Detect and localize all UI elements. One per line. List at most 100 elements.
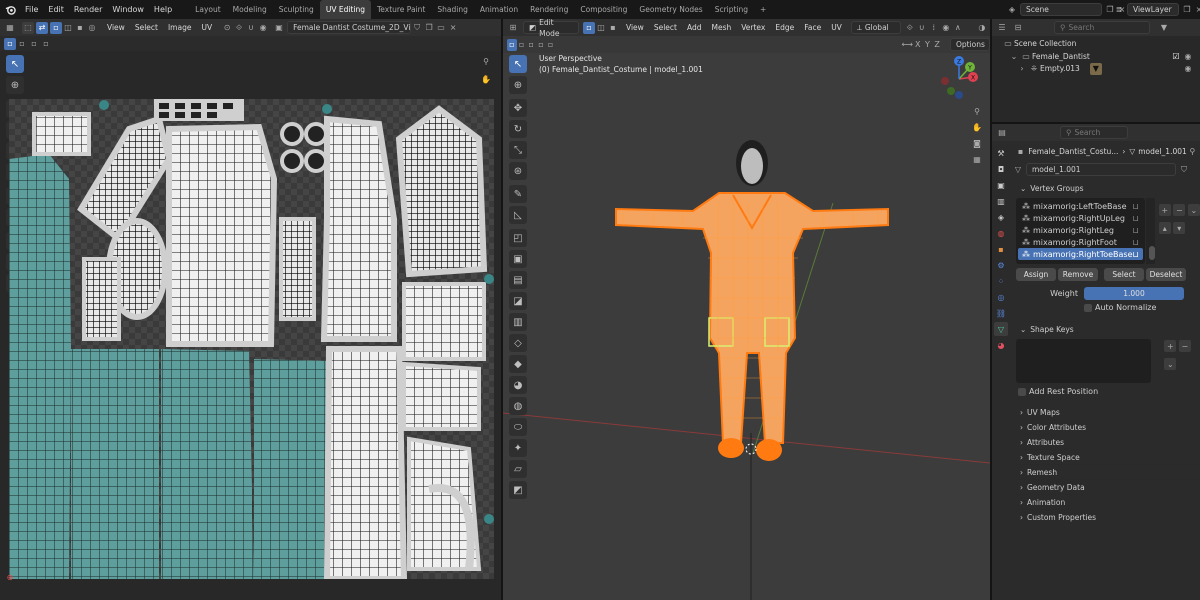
editor-type-icon[interactable]: ⊞ xyxy=(507,22,519,34)
display-mode-icon[interactable]: ⊟ xyxy=(1012,22,1024,34)
transform-tool-icon[interactable]: ⊛ xyxy=(509,162,527,180)
uv-maps-panel-header[interactable]: › UV Maps xyxy=(1012,404,1200,419)
outliner-row-collection[interactable]: ▭ Scene Collection xyxy=(992,36,1200,51)
select-box-icon[interactable]: ▫ xyxy=(507,38,517,51)
snap-target-icon[interactable]: ⁞ xyxy=(928,22,940,34)
face-mode-icon[interactable]: ▪ xyxy=(74,22,86,34)
tab-uv-editing[interactable]: UV Editing xyxy=(319,0,371,19)
uv-menu-view[interactable]: View xyxy=(102,19,130,36)
add-cube-tool-icon[interactable]: ◰ xyxy=(509,229,527,247)
axis-z-toggle[interactable]: Z xyxy=(932,39,942,51)
color-attributes-panel-header[interactable]: › Color Attributes xyxy=(1012,419,1200,434)
geometry-data-panel-header[interactable]: › Geometry Data xyxy=(1012,479,1200,494)
add-rest-position-checkbox[interactable] xyxy=(1018,387,1026,396)
select-tool-icon[interactable]: ↖ xyxy=(6,55,24,73)
eye-icon[interactable]: ◉ xyxy=(1182,63,1194,75)
tab-layout[interactable]: Layout xyxy=(189,0,227,19)
list-item[interactable]: ⁂ mixamorig:RightLeg ⊔ xyxy=(1018,224,1143,236)
inset-tool-icon[interactable]: ▤ xyxy=(509,271,527,289)
uv-menu-select[interactable]: Select xyxy=(130,19,163,36)
remove-icon[interactable]: − xyxy=(1173,204,1186,216)
tab-animation[interactable]: Animation xyxy=(474,0,524,19)
material-tab-icon[interactable]: ◕ xyxy=(994,338,1008,352)
axis-y-toggle[interactable]: Y xyxy=(923,39,933,51)
snap-icon[interactable]: ∪ xyxy=(916,22,928,34)
image-browse-icon[interactable]: ▣ xyxy=(273,22,285,34)
falloff-icon[interactable]: ∧ xyxy=(952,22,964,34)
lock-icon[interactable]: ⊔ xyxy=(1133,250,1139,259)
visibility-icon[interactable]: ◑ xyxy=(976,22,988,34)
filter-icon[interactable]: ▼ xyxy=(1158,22,1170,34)
menu-help[interactable]: Help xyxy=(149,0,177,19)
scene-icon[interactable]: ◈ xyxy=(1006,4,1018,16)
pivot-icon[interactable]: ⊙ xyxy=(221,22,233,34)
vp-menu-view[interactable]: View xyxy=(621,19,649,36)
tab-scripting[interactable]: Scripting xyxy=(709,0,754,19)
scale-tool-icon[interactable]: ⤡ xyxy=(509,141,527,159)
lock-icon[interactable]: ⊔ xyxy=(1133,226,1139,235)
add-workspace-button[interactable]: + xyxy=(754,0,772,19)
remesh-panel-header[interactable]: › Remesh xyxy=(1012,464,1200,479)
remove-icon[interactable]: − xyxy=(1178,340,1191,352)
outliner-search[interactable]: ⚲ Search xyxy=(1054,21,1150,34)
outliner-row-female-dantist[interactable]: ⌄ ▭ Female_Dantist ☑ ◉ xyxy=(992,51,1200,63)
vp-menu-mesh[interactable]: Mesh xyxy=(706,19,736,36)
select-subtract-icon[interactable]: ▫ xyxy=(526,39,536,51)
vp-menu-edge[interactable]: Edge xyxy=(770,19,799,36)
copy-icon[interactable]: ❐ xyxy=(1181,4,1193,16)
weight-slider[interactable]: 1.000 xyxy=(1084,287,1184,300)
pivot-icon[interactable]: ⟐ xyxy=(904,22,916,34)
editor-type-icon[interactable]: ☰ xyxy=(996,22,1008,34)
list-item-selected[interactable]: ⁂ mixamorig:RightToeBase ⊔ xyxy=(1018,248,1143,260)
uv-cursor-icon[interactable]: ⊕ xyxy=(4,571,16,583)
image-name-field[interactable]: Female Dantist Costume_2D_View.png xyxy=(287,21,412,34)
list-scrollbar[interactable] xyxy=(1145,198,1155,264)
particles-tab-icon[interactable]: ⁘ xyxy=(994,274,1008,288)
deselect-button[interactable]: Deselect xyxy=(1146,268,1186,281)
auto-normalize-checkbox[interactable] xyxy=(1084,303,1092,312)
assign-button[interactable]: Assign xyxy=(1016,268,1056,281)
select-invert-icon[interactable]: ▫ xyxy=(40,38,52,50)
lock-icon[interactable]: ⊔ xyxy=(1133,238,1139,247)
camera-icon[interactable]: ◙ xyxy=(971,137,983,149)
object-tab-icon[interactable]: ▪ xyxy=(994,242,1008,256)
vertex-mode-icon[interactable]: ▫ xyxy=(50,21,62,34)
list-item[interactable]: ⁂ mixamorig:RightUpLeg ⊔ xyxy=(1018,212,1143,224)
shape-keys-list[interactable] xyxy=(1016,339,1152,383)
edge-mode-icon[interactable]: ◫ xyxy=(62,22,74,34)
select-extend-icon[interactable]: ▫ xyxy=(517,39,527,51)
rotate-tool-icon[interactable]: ↻ xyxy=(509,120,527,138)
link-icon[interactable]: ⟐ xyxy=(233,22,245,34)
move-up-icon[interactable]: ▴ xyxy=(1158,222,1171,234)
output-tab-icon[interactable]: ▣ xyxy=(994,178,1008,192)
proportional-icon[interactable]: ◉ xyxy=(940,22,952,34)
edge-select-icon[interactable]: ◫ xyxy=(595,22,607,34)
scrollbar-thumb[interactable] xyxy=(1148,246,1155,260)
zoom-icon[interactable]: ⚲ xyxy=(971,105,983,117)
vertex-select-icon[interactable]: ▫ xyxy=(583,21,595,34)
vertex-groups-list[interactable]: ⁂ mixamorig:LeftToeBase ⊔ ⁂ mixamorig:Ri… xyxy=(1016,198,1145,264)
options-dropdown[interactable]: Options xyxy=(949,38,990,51)
smooth-tool-icon[interactable]: ◍ xyxy=(509,397,527,415)
scene-tab-icon[interactable]: ◈ xyxy=(994,210,1008,224)
chevron-down-icon[interactable]: ⌄ xyxy=(1187,204,1200,216)
vp-menu-add[interactable]: Add xyxy=(682,19,707,36)
shape-keys-panel-header[interactable]: ⌄ Shape Keys xyxy=(1012,321,1200,336)
render-tab-icon[interactable]: ◘ xyxy=(994,162,1008,176)
data-tab-icon[interactable]: ▽ xyxy=(994,322,1008,336)
chevron-down-icon[interactable]: ⌄ xyxy=(1164,358,1177,370)
tab-shading[interactable]: Shading xyxy=(431,0,473,19)
select-invert-icon[interactable]: ▫ xyxy=(536,39,546,51)
checkbox-icon[interactable]: ☑ xyxy=(1170,51,1182,63)
tab-geometry-nodes[interactable]: Geometry Nodes xyxy=(633,0,708,19)
uv-menu-image[interactable]: Image xyxy=(163,19,197,36)
animation-panel-header[interactable]: › Animation xyxy=(1012,494,1200,509)
vertex-groups-panel-header[interactable]: ⌄ Vertex Groups xyxy=(1012,180,1200,195)
orientation-selector[interactable]: ⟂ Global xyxy=(850,21,901,34)
fake-user-icon[interactable]: ⛉ xyxy=(411,22,423,34)
layers-icon[interactable]: ≣ xyxy=(1113,4,1125,16)
vp-menu-uv[interactable]: UV xyxy=(826,19,847,36)
chevron-right-icon[interactable]: › xyxy=(1016,63,1028,75)
scene-field[interactable]: Scene xyxy=(1020,3,1102,16)
cursor-tool-icon[interactable]: ⊕ xyxy=(6,76,24,94)
